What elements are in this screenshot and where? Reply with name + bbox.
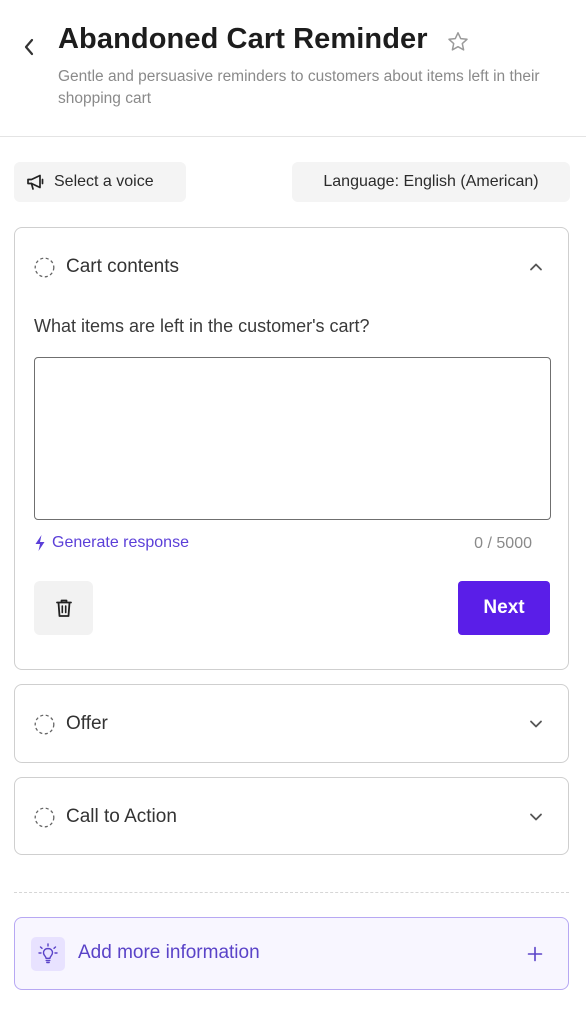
chevron-down-icon (530, 813, 542, 821)
character-counter: 0 / 5000 (474, 535, 532, 552)
section-call-to-action[interactable]: Call to Action (14, 777, 569, 855)
section-title: Call to Action (66, 806, 177, 827)
dashed-divider (14, 892, 569, 893)
dashed-circle-icon (34, 714, 55, 734)
page-subtitle: Gentle and persuasive reminders to custo… (58, 68, 540, 107)
favorite-star-icon[interactable] (446, 30, 470, 54)
add-more-information-button[interactable]: Add more information (14, 917, 569, 990)
select-voice-label: Select a voice (54, 173, 154, 190)
language-label: Language: English (American) (323, 173, 539, 190)
lightning-icon (35, 535, 45, 551)
megaphone-icon (27, 174, 44, 190)
chevron-up-icon (530, 263, 542, 271)
section-question: What items are left in the customer's ca… (34, 316, 370, 336)
delete-button[interactable] (34, 581, 93, 635)
plus-icon (527, 946, 543, 962)
section-header-cart-contents[interactable]: Cart contents (15, 228, 568, 306)
dashed-circle-icon (34, 257, 55, 277)
select-voice-button[interactable]: Select a voice (14, 162, 186, 202)
cart-items-input[interactable] (34, 357, 551, 520)
page-header: Abandoned Cart Reminder Gentle and persu… (0, 0, 586, 137)
generate-response-button[interactable]: Generate response (34, 534, 189, 552)
generate-response-label: Generate response (52, 534, 189, 551)
back-chevron-icon[interactable] (20, 36, 38, 58)
language-select[interactable]: Language: English (American) (292, 162, 570, 202)
section-cart-contents: Cart contents What items are left in the… (14, 227, 569, 670)
page-title: Abandoned Cart Reminder (58, 23, 428, 55)
section-header-offer[interactable]: Offer (15, 685, 568, 763)
section-title: Cart contents (66, 256, 179, 277)
chevron-down-icon (530, 720, 542, 728)
dashed-circle-icon (34, 807, 55, 827)
add-more-information-label: Add more information (78, 942, 260, 963)
next-button[interactable]: Next (458, 581, 550, 635)
section-header-call-to-action[interactable]: Call to Action (15, 778, 568, 856)
section-offer[interactable]: Offer (14, 684, 569, 763)
section-title: Offer (66, 713, 108, 734)
lightbulb-icon (31, 937, 65, 971)
trash-icon (55, 599, 72, 617)
